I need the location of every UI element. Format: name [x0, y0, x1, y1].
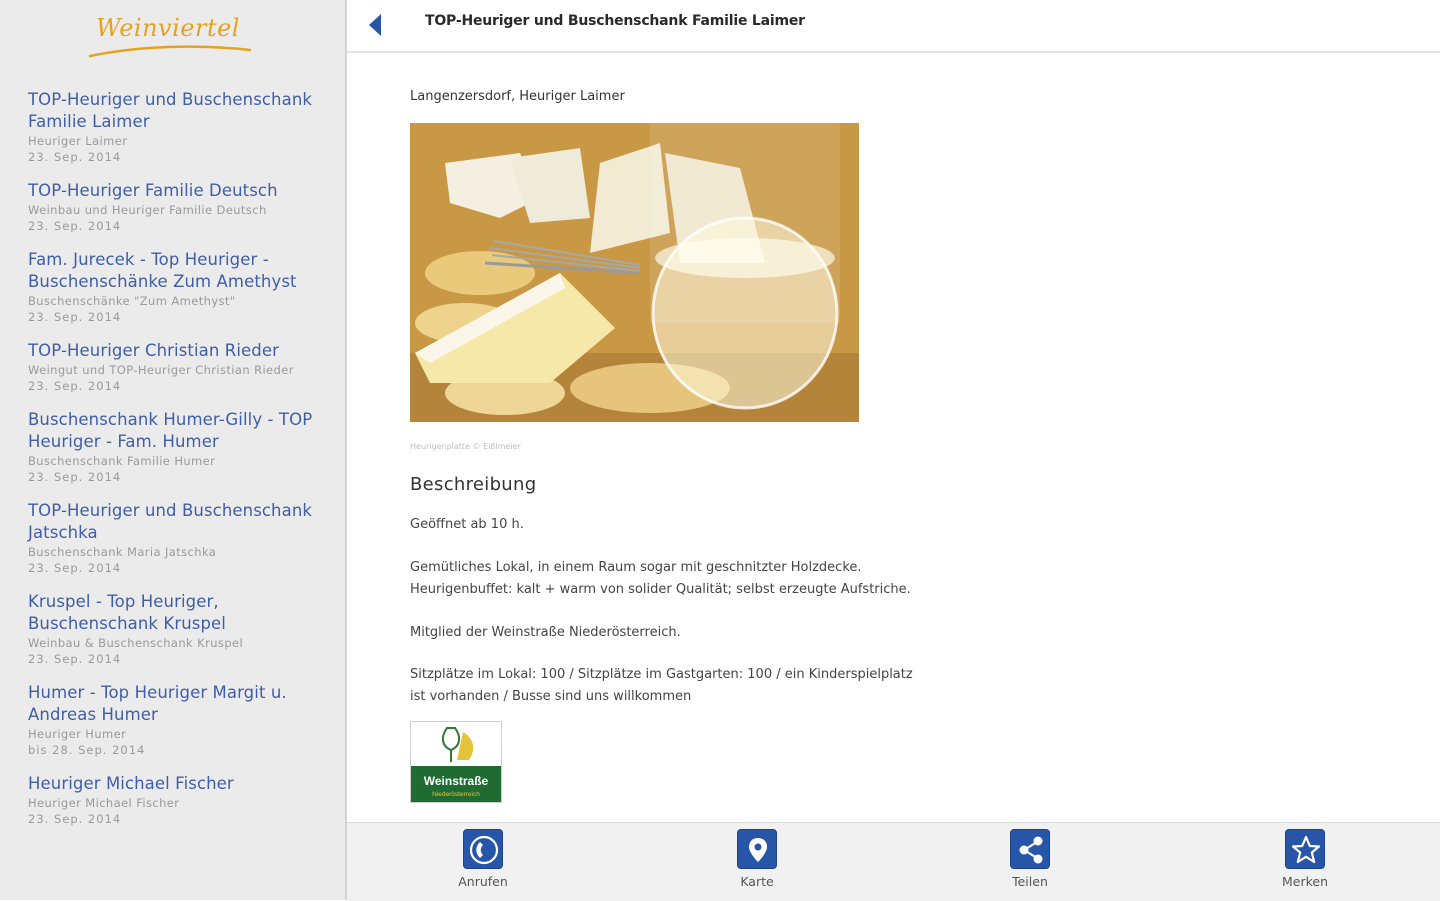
bookmark-button[interactable]: Merken	[1255, 829, 1355, 889]
seating-line-2: ist vorhanden / Busse sind uns willkomme…	[410, 689, 692, 704]
list-item-date: 23. Sep. 2014	[28, 812, 122, 826]
list-item-subtitle: Weinbau und Heuriger Familie Deutsch	[28, 203, 267, 217]
list-item-subtitle: Weingut und TOP-Heuriger Christian Riede…	[28, 363, 294, 377]
list-item-subtitle: Heuriger Laimer	[28, 134, 128, 148]
detail-content: Langenzersdorf, Heuriger Laimer Heurigen…	[410, 56, 1370, 822]
action-bar: Anrufen Karte Teilen Merken	[347, 822, 1440, 901]
list-item[interactable]: TOP-Heuriger und Buschenschank Jatschka …	[28, 500, 328, 591]
list-item-subtitle: Buschenschänke "Zum Amethyst"	[28, 294, 236, 308]
star-icon	[1285, 829, 1325, 869]
list-item[interactable]: Humer - Top Heuriger Margit u. Andreas H…	[28, 682, 328, 773]
description-line-1: Gemütliches Lokal, in einem Raum sogar m…	[410, 560, 862, 575]
list-item[interactable]: TOP-Heuriger Familie Deutsch Weinbau und…	[28, 180, 328, 249]
phone-icon	[463, 829, 503, 869]
cheese-wine-photo	[410, 123, 859, 422]
membership-text: Mitglied der Weinstraße Niederösterreich…	[410, 625, 681, 640]
location-text: Langenzersdorf, Heuriger Laimer	[410, 89, 625, 104]
back-arrow-icon	[369, 14, 381, 36]
list-item-title: TOP-Heuriger Familie Deutsch	[28, 181, 278, 200]
logo-swoosh-icon	[88, 45, 252, 58]
share-button[interactable]: Teilen	[980, 829, 1080, 889]
list-item-subtitle: Buschenschank Maria Jatschka	[28, 545, 217, 559]
back-button[interactable]	[365, 12, 387, 38]
map-pin-icon	[737, 829, 777, 869]
list-item-date: bis 28. Sep. 2014	[28, 743, 146, 757]
detail-header: TOP-Heuriger und Buschenschank Familie L…	[347, 0, 1440, 53]
list-item-date: 23. Sep. 2014	[28, 379, 122, 393]
opening-hours: Geöffnet ab 10 h.	[410, 517, 524, 532]
weinstrasse-logo: Weinstraße Niederösterreich	[411, 722, 501, 802]
list-item-title: TOP-Heuriger Christian Rieder	[28, 341, 279, 360]
list-item-title: Humer - Top Heuriger Margit u. Andreas H…	[28, 683, 287, 724]
call-button[interactable]: Anrufen	[433, 829, 533, 889]
share-label: Teilen	[1012, 874, 1048, 889]
list-item-title: Buschenschank Humer-Gilly - TOP Heuriger…	[28, 410, 313, 451]
list-item-date: 23. Sep. 2014	[28, 310, 122, 324]
badge-sublabel: Niederösterreich	[432, 791, 480, 798]
list-item-title: Fam. Jurecek - Top Heuriger - Buschensch…	[28, 250, 297, 291]
page-title: TOP-Heuriger und Buschenschank Familie L…	[425, 13, 805, 29]
list-item-title: Kruspel - Top Heuriger, Buschenschank Kr…	[28, 592, 226, 633]
photo-illustration	[410, 123, 859, 422]
list-item[interactable]: TOP-Heuriger Christian Rieder Weingut un…	[28, 340, 328, 409]
list-item-date: 23. Sep. 2014	[28, 150, 122, 164]
list-item-date: 23. Sep. 2014	[28, 561, 122, 575]
badge-label: Weinstraße	[424, 774, 489, 788]
list-item[interactable]: Fam. Jurecek - Top Heuriger - Buschensch…	[28, 249, 328, 340]
list-item-subtitle: Heuriger Humer	[28, 727, 127, 741]
seating-line-1: Sitzplätze im Lokal: 100 / Sitzplätze im…	[410, 667, 913, 682]
event-list: TOP-Heuriger und Buschenschank Familie L…	[28, 89, 328, 842]
list-item[interactable]: Buschenschank Humer-Gilly - TOP Heuriger…	[28, 409, 328, 500]
map-button[interactable]: Karte	[707, 829, 807, 889]
list-item-subtitle: Weinbau & Buschenschank Kruspel	[28, 636, 244, 650]
list-item-title: TOP-Heuriger und Buschenschank Jatschka	[28, 501, 313, 542]
photo-caption: Heurigenplatte © Eißlmeier	[410, 442, 521, 451]
brand-logo: Weinviertel	[88, 8, 258, 64]
list-item-date: 23. Sep. 2014	[28, 470, 122, 484]
list-item[interactable]: Kruspel - Top Heuriger, Buschenschank Kr…	[28, 591, 328, 682]
list-item-date: 23. Sep. 2014	[28, 652, 122, 666]
weinstrasse-badge: Weinstraße Niederösterreich	[410, 721, 502, 803]
map-label: Karte	[740, 874, 774, 889]
share-icon	[1010, 829, 1050, 869]
list-item-subtitle: Buschenschank Familie Humer	[28, 454, 216, 468]
bookmark-label: Merken	[1281, 874, 1329, 889]
list-item-title: Heuriger Michael Fischer	[28, 774, 234, 793]
list-item-title: TOP-Heuriger und Buschenschank Familie L…	[28, 90, 313, 131]
list-item-subtitle: Heuriger Michael Fischer	[28, 796, 180, 810]
list-item-date: 23. Sep. 2014	[28, 219, 122, 233]
list-item[interactable]: Heuriger Michael Fischer Heuriger Michae…	[28, 773, 328, 842]
list-item[interactable]: TOP-Heuriger und Buschenschank Familie L…	[28, 89, 328, 180]
section-heading: Beschreibung	[410, 474, 537, 495]
description-line-2: Heurigenbuffet: kalt + warm von solider …	[410, 582, 911, 597]
call-label: Anrufen	[458, 874, 508, 889]
sidebar: Weinviertel TOP-Heuriger und Buschenscha…	[0, 0, 347, 900]
